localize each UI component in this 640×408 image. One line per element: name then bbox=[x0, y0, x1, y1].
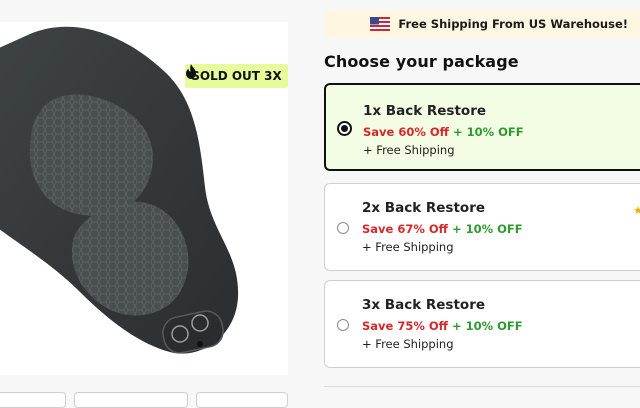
extra-discount-text: + 10% OFF bbox=[451, 319, 523, 333]
extra-discount-text: + 10% OFF bbox=[452, 125, 524, 139]
fire-icon bbox=[186, 64, 196, 79]
package-option-3x[interactable]: 3x Back Restore Save 75% Off + 10% OFF +… bbox=[324, 280, 640, 368]
us-flag-icon bbox=[370, 17, 391, 31]
save-percent-text: Save 75% Off bbox=[362, 319, 448, 333]
radio-button[interactable] bbox=[337, 222, 349, 234]
free-shipping-banner: Free Shipping From US Warehouse! bbox=[324, 10, 640, 38]
shipping-note: + Free Shipping bbox=[363, 143, 455, 157]
thumbnail-2[interactable] bbox=[74, 392, 188, 408]
divider bbox=[324, 386, 640, 387]
radio-button[interactable] bbox=[337, 121, 352, 136]
package-discount: Save 67% Off + 10% OFF bbox=[362, 222, 523, 236]
package-discount: Save 60% Off + 10% OFF bbox=[363, 125, 524, 139]
shipping-note: + Free Shipping bbox=[362, 337, 454, 351]
package-name: 1x Back Restore bbox=[363, 103, 487, 119]
package-name: 2x Back Restore bbox=[362, 200, 486, 216]
sold-out-badge: SOLD OUT 3X bbox=[185, 64, 288, 88]
package-name: 3x Back Restore bbox=[362, 297, 486, 313]
save-percent-text: Save 67% Off bbox=[362, 222, 448, 236]
free-shipping-text: Free Shipping From US Warehouse! bbox=[398, 17, 628, 31]
package-option-1x[interactable]: 1x Back Restore Save 60% Off + 10% OFF +… bbox=[324, 83, 640, 171]
shipping-note: + Free Shipping bbox=[362, 240, 454, 254]
extra-discount-text: + 10% OFF bbox=[451, 222, 523, 236]
sold-out-badge-label: SOLD OUT 3X bbox=[191, 69, 282, 83]
package-discount: Save 75% Off + 10% OFF bbox=[362, 319, 523, 333]
thumbnail-1[interactable] bbox=[0, 392, 66, 408]
package-option-2x[interactable]: 2x Back Restore Save 67% Off + 10% OFF +… bbox=[324, 183, 640, 271]
star-icon: ★ bbox=[633, 204, 640, 217]
save-percent-text: Save 60% Off bbox=[363, 125, 449, 139]
section-title: Choose your package bbox=[324, 52, 519, 71]
radio-button[interactable] bbox=[337, 319, 349, 331]
product-image-panel: SOLD OUT 3X bbox=[0, 22, 288, 375]
thumbnail-3[interactable] bbox=[196, 392, 288, 408]
